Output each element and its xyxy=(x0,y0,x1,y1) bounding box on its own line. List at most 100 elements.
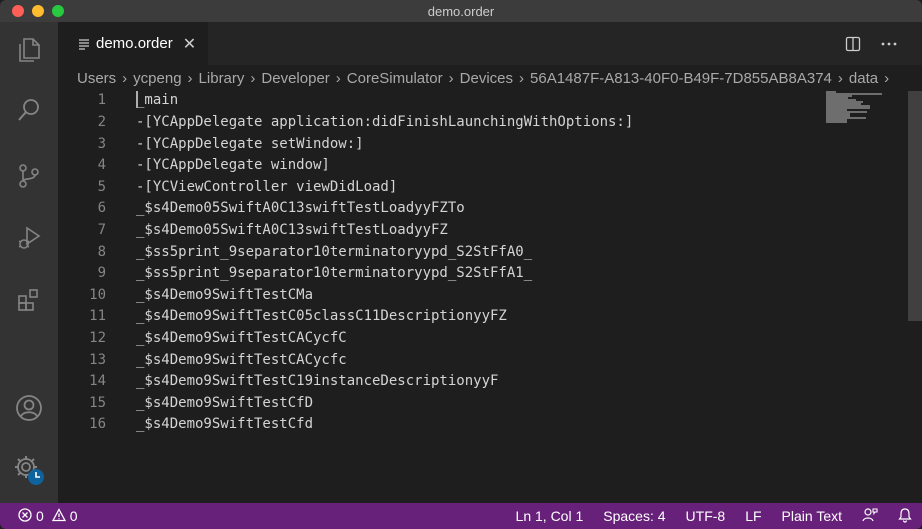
cursor-position[interactable]: Ln 1, Col 1 xyxy=(516,508,584,524)
more-actions-icon[interactable] xyxy=(874,22,904,65)
breadcrumb-item[interactable]: 56A1487F-A813-40F0-B49F-7D855AB8A374 xyxy=(530,70,832,87)
code-line[interactable]: 15 _$s4Demo9SwiftTestCfD xyxy=(58,392,818,413)
breadcrumb: Users › ycpeng › Library › Developer › CoreS… xyxy=(58,65,922,91)
line-text: _$ss5print_9separator10terminatoryypd_S2… xyxy=(136,264,533,281)
minimap-line xyxy=(826,121,847,123)
code-line[interactable]: 3 -[YCAppDelegate setWindow:] xyxy=(58,133,818,154)
line-number: 15 xyxy=(89,394,106,411)
line-text: _$s4Demo9SwiftTestCMa xyxy=(136,286,314,303)
problems-indicator[interactable]: 0 0 xyxy=(18,507,78,525)
chevron-right-icon: › xyxy=(187,69,193,87)
line-text: _$s4Demo9SwiftTestCACycfC xyxy=(136,329,347,346)
code-line[interactable]: 1 _main xyxy=(58,89,818,110)
breadcrumb-item[interactable]: Users xyxy=(77,70,116,87)
line-text: _$s4Demo05SwiftA0C13swiftTestLoadyyFZTo xyxy=(136,199,465,216)
line-text: -[YCAppDelegate setWindow:] xyxy=(136,135,364,152)
line-number: 14 xyxy=(89,372,106,389)
line-text: _$s4Demo9SwiftTestC19instanceDescription… xyxy=(136,372,499,389)
status-bar: 0 0 Ln 1, Col 1 Spaces: 4 UTF-8 LF Plain… xyxy=(0,503,922,529)
end-of-line[interactable]: LF xyxy=(745,508,761,524)
line-number: 6 xyxy=(97,199,106,216)
code-line[interactable]: 5 -[YCViewController viewDidLoad] xyxy=(58,176,818,197)
breadcrumb-item[interactable]: ycpeng xyxy=(133,70,181,87)
line-number: 10 xyxy=(89,286,106,303)
tab-close-icon[interactable]: ✕ xyxy=(183,34,196,54)
chevron-right-icon: › xyxy=(335,69,341,87)
indentation[interactable]: Spaces: 4 xyxy=(603,508,665,524)
extensions-icon[interactable] xyxy=(0,276,58,324)
warning-count: 0 xyxy=(69,508,78,524)
breadcrumb-item[interactable]: Library xyxy=(199,70,245,87)
chevron-right-icon: › xyxy=(884,69,890,87)
minimap[interactable] xyxy=(826,91,906,151)
line-number: 12 xyxy=(89,329,106,346)
line-number: 4 xyxy=(97,156,106,173)
breadcrumb-item[interactable]: Devices xyxy=(460,70,513,87)
file-lines-icon xyxy=(78,38,90,50)
window-title: demo.order xyxy=(427,3,495,19)
notifications-bell-icon[interactable] xyxy=(898,507,912,526)
line-number: 1 xyxy=(97,91,106,108)
line-text: _$s4Demo9SwiftTestCfD xyxy=(136,394,314,411)
tab-label: demo.order xyxy=(96,35,173,52)
line-text: _main xyxy=(136,91,179,108)
breadcrumb-item[interactable]: CoreSimulator xyxy=(347,70,443,87)
line-number: 11 xyxy=(89,307,106,324)
feedback-icon[interactable] xyxy=(862,507,878,526)
line-text: -[YCAppDelegate application:didFinishLau… xyxy=(136,113,634,130)
code-line[interactable]: 2 -[YCAppDelegate application:didFinishLa… xyxy=(58,111,818,132)
code-line[interactable]: 16 _$s4Demo9SwiftTestCfd xyxy=(58,413,818,434)
line-number: 8 xyxy=(97,243,106,260)
line-number: 9 xyxy=(97,264,106,281)
error-count: 0 xyxy=(36,508,44,524)
source-control-icon[interactable] xyxy=(0,152,58,200)
tab-bar: demo.order ✕ xyxy=(58,22,922,65)
vscode-window: demo.order demo.order ✕ Users › ycpeng ›… xyxy=(0,0,922,529)
accounts-icon[interactable] xyxy=(0,384,58,432)
zoom-window-button[interactable] xyxy=(52,5,64,17)
code-line[interactable]: 6 _$s4Demo05SwiftA0C13swiftTestLoadyyFZTo xyxy=(58,197,818,218)
window-controls xyxy=(12,5,64,17)
breadcrumb-item[interactable]: Developer xyxy=(261,70,329,87)
code-line[interactable]: 13 _$s4Demo9SwiftTestCACycfc xyxy=(58,349,818,370)
split-editor-icon[interactable] xyxy=(838,22,868,65)
line-text: _$s4Demo9SwiftTestCfd xyxy=(136,415,314,432)
run-debug-icon[interactable] xyxy=(0,214,58,262)
manage-gear-icon[interactable] xyxy=(0,446,58,494)
warning-icon xyxy=(51,507,66,525)
code-line[interactable]: 4 -[YCAppDelegate window] xyxy=(58,154,818,175)
line-number: 16 xyxy=(89,415,106,432)
breadcrumb-item[interactable]: data xyxy=(849,70,878,87)
line-text: _$s4Demo05SwiftA0C13swiftTestLoadyyFZ xyxy=(136,221,448,238)
title-bar: demo.order xyxy=(0,0,922,22)
vertical-scrollbar[interactable] xyxy=(908,91,922,321)
code-line[interactable]: 11 _$s4Demo9SwiftTestC05classC11Descripti… xyxy=(58,305,818,326)
editor-area[interactable]: 1 _main 2 -[YCAppDelegate application:didF… xyxy=(58,91,922,503)
chevron-right-icon: › xyxy=(519,69,525,87)
line-text: -[YCViewController viewDidLoad] xyxy=(136,178,398,195)
line-number: 3 xyxy=(97,135,106,152)
explorer-icon[interactable] xyxy=(0,26,58,74)
code-line[interactable]: 7 _$s4Demo05SwiftA0C13swiftTestLoadyyFZ xyxy=(58,219,818,240)
chevron-right-icon: › xyxy=(448,69,454,87)
chevron-right-icon: › xyxy=(837,69,843,87)
encoding[interactable]: UTF-8 xyxy=(686,508,726,524)
close-window-button[interactable] xyxy=(12,5,24,17)
code-line[interactable]: 10 _$s4Demo9SwiftTestCMa xyxy=(58,284,818,305)
chevron-right-icon: › xyxy=(250,69,256,87)
search-icon[interactable] xyxy=(0,86,58,134)
language-mode[interactable]: Plain Text xyxy=(782,508,842,524)
line-text: _$ss5print_9separator10terminatoryypd_S2… xyxy=(136,243,533,260)
line-text: _$s4Demo9SwiftTestCACycfc xyxy=(136,351,347,368)
error-icon xyxy=(18,507,32,525)
text-cursor xyxy=(136,91,138,108)
code-line[interactable]: 8 _$ss5print_9separator10terminatoryypd_S… xyxy=(58,241,818,262)
activity-bar xyxy=(0,22,58,503)
line-text: -[YCAppDelegate window] xyxy=(136,156,330,173)
line-number: 7 xyxy=(97,221,106,238)
code-line[interactable]: 9 _$ss5print_9separator10terminatoryypd_S… xyxy=(58,262,818,283)
code-line[interactable]: 12 _$s4Demo9SwiftTestCACycfC xyxy=(58,327,818,348)
minimize-window-button[interactable] xyxy=(32,5,44,17)
code-line[interactable]: 14 _$s4Demo9SwiftTestC19instanceDescripti… xyxy=(58,370,818,391)
tab-demo-order[interactable]: demo.order ✕ xyxy=(58,22,208,65)
